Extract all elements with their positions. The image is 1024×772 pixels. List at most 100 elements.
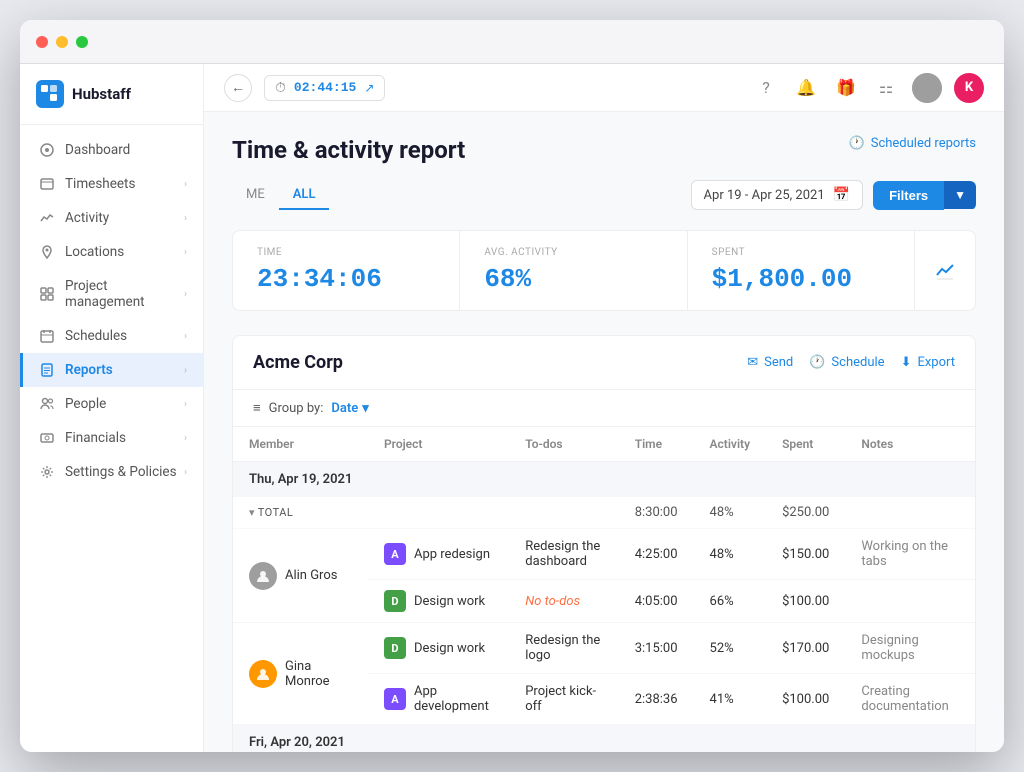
- app-layout: Hubstaff Dashboard Timesheets › Activity…: [20, 64, 1004, 752]
- no-todo-label: No to-dos: [525, 594, 580, 609]
- schedule-icon: 🕐: [809, 355, 825, 370]
- notes-cell: Creating documentation: [845, 674, 975, 725]
- grid-icon[interactable]: ⚏: [872, 74, 900, 102]
- chevron-icon-schedules: ›: [184, 331, 187, 342]
- spent-cell: $170.00: [766, 623, 845, 674]
- minimize-button[interactable]: [56, 36, 68, 48]
- project-name: App development: [414, 684, 493, 714]
- col-todos: To-dos: [509, 427, 618, 462]
- project-badge: D: [384, 590, 406, 612]
- tabs: ME ALL: [232, 181, 329, 210]
- send-action[interactable]: ✉ Send: [747, 355, 793, 370]
- sidebar-item-settings[interactable]: Settings & Policies ›: [20, 455, 203, 489]
- export-action[interactable]: ⬇ Export: [901, 355, 955, 370]
- filters-dropdown-button[interactable]: ▼: [944, 181, 976, 209]
- sidebar-item-reports[interactable]: Reports ›: [20, 353, 203, 387]
- col-project: Project: [368, 427, 509, 462]
- app-window: Hubstaff Dashboard Timesheets › Activity…: [20, 20, 1004, 752]
- gift-icon[interactable]: 🎁: [832, 74, 860, 102]
- schedule-action[interactable]: 🕐 Schedule: [809, 355, 884, 370]
- user-avatar[interactable]: [912, 73, 942, 103]
- activity-cell: 66%: [694, 580, 767, 623]
- chart-toggle-button[interactable]: [915, 245, 975, 297]
- filters-right: Apr 19 - Apr 25, 2021 📅 Filters ▼: [691, 180, 976, 210]
- schedule-label: Schedule: [831, 355, 884, 370]
- date-cell: Thu, Apr 19, 2021: [233, 462, 975, 498]
- table-body: Thu, Apr 19, 2021 ▾ TOTAL 8:30:00 48% $2…: [233, 462, 975, 753]
- export-icon: ⬇: [901, 355, 912, 370]
- chevron-icon-activity: ›: [184, 213, 187, 224]
- spent-cell: $100.00: [766, 674, 845, 725]
- sidebar-item-dashboard[interactable]: Dashboard: [20, 133, 203, 167]
- summary-activity-label: AVG. ACTIVITY: [484, 247, 662, 258]
- scheduled-reports-label: Scheduled reports: [871, 136, 976, 151]
- sidebar-item-people[interactable]: People ›: [20, 387, 203, 421]
- timer-expand-icon[interactable]: ↗: [364, 81, 374, 95]
- table-date-row: Thu, Apr 19, 2021: [233, 462, 975, 498]
- chevron-icon-reports: ›: [184, 365, 187, 376]
- sidebar-item-schedules[interactable]: Schedules ›: [20, 319, 203, 353]
- total-activity-cell: 48%: [694, 497, 767, 529]
- export-label: Export: [917, 355, 955, 370]
- chevron-icon-locations: ›: [184, 247, 187, 258]
- maximize-button[interactable]: [76, 36, 88, 48]
- sidebar-nav: Dashboard Timesheets › Activity › Locati…: [20, 125, 203, 752]
- content-area: Time & activity report 🕐 Scheduled repor…: [204, 112, 1004, 752]
- sidebar-item-activity[interactable]: Activity ›: [20, 201, 203, 235]
- date-cell: Fri, Apr 20, 2021: [233, 725, 975, 753]
- sidebar-item-locations[interactable]: Locations ›: [20, 235, 203, 269]
- back-button[interactable]: ←: [224, 74, 252, 102]
- chevron-icon-settings: ›: [184, 467, 187, 478]
- timer-display[interactable]: ⏱ 02:44:15 ↗: [264, 75, 385, 101]
- close-button[interactable]: [36, 36, 48, 48]
- project-badge: A: [384, 688, 406, 710]
- topbar-right: ? 🔔 🎁 ⚏ K: [752, 73, 984, 103]
- table-total-row: ▾ TOTAL 8:30:00 48% $250.00: [233, 497, 975, 529]
- todo-cell: Redesign the logo: [509, 623, 618, 674]
- col-member: Member: [233, 427, 368, 462]
- tab-me[interactable]: ME: [232, 181, 279, 210]
- chevron-icon-project-management: ›: [184, 289, 187, 300]
- sidebar-item-label-project-management: Project management: [65, 278, 184, 310]
- todo-cell: Project kick-off: [509, 674, 618, 725]
- summary-time-value: 23:34:06: [257, 264, 435, 294]
- calendar-icon: 📅: [833, 187, 850, 203]
- sidebar: Hubstaff Dashboard Timesheets › Activity…: [20, 64, 204, 752]
- group-by-select[interactable]: Date ▾: [331, 401, 368, 416]
- sidebar-logo: Hubstaff: [20, 64, 203, 125]
- member-name: Alin Gros: [285, 568, 337, 583]
- project-cell: A App development: [368, 674, 509, 725]
- member-cell: Alin Gros: [233, 529, 368, 623]
- notifications-icon[interactable]: 🔔: [792, 74, 820, 102]
- project-cell: D Design work: [368, 623, 509, 674]
- filters-button-group: Filters ▼: [873, 181, 976, 210]
- sidebar-item-project-management[interactable]: Project management ›: [20, 269, 203, 319]
- activity-cell: 48%: [694, 529, 767, 580]
- tab-all[interactable]: ALL: [279, 181, 330, 210]
- summary-cards: TIME 23:34:06 AVG. ACTIVITY 68% SPENT $1…: [232, 230, 976, 311]
- locations-icon: [39, 244, 55, 260]
- report-company-name: Acme Corp: [253, 352, 343, 373]
- project-badge: D: [384, 637, 406, 659]
- col-activity: Activity: [694, 427, 767, 462]
- activity-icon: [39, 210, 55, 226]
- page-title: Time & activity report: [232, 136, 465, 164]
- timesheets-icon: [39, 176, 55, 192]
- summary-activity-value: 68%: [484, 264, 662, 294]
- group-by-value: Date: [331, 401, 358, 416]
- col-time: Time: [619, 427, 694, 462]
- user-initial[interactable]: K: [954, 73, 984, 103]
- scheduled-reports-icon: 🕐: [849, 136, 865, 151]
- scheduled-reports-link[interactable]: 🕐 Scheduled reports: [849, 136, 976, 151]
- date-picker[interactable]: Apr 19 - Apr 25, 2021 📅: [691, 180, 864, 210]
- summary-time-label: TIME: [257, 247, 435, 258]
- financials-icon: [39, 430, 55, 446]
- sidebar-item-timesheets[interactable]: Timesheets ›: [20, 167, 203, 201]
- total-label-cell: ▾ TOTAL: [233, 497, 619, 529]
- table-row: Alin Gros A App redesign Redesign the da…: [233, 529, 975, 580]
- help-icon[interactable]: ?: [752, 74, 780, 102]
- activity-cell: 52%: [694, 623, 767, 674]
- date-range-text: Apr 19 - Apr 25, 2021: [704, 188, 825, 203]
- sidebar-item-financials[interactable]: Financials ›: [20, 421, 203, 455]
- filters-main-button[interactable]: Filters: [873, 181, 944, 210]
